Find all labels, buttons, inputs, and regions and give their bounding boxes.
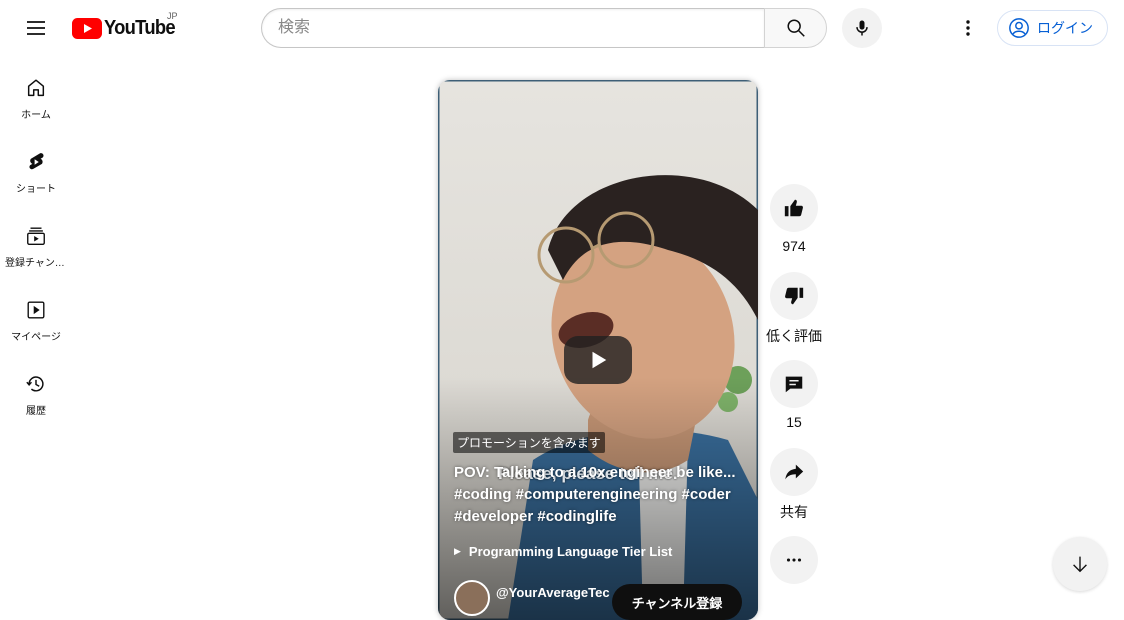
sidebar-item-label: ショート: [16, 184, 56, 195]
mini-guide: ホーム ショート 登録チャンネル マイページ: [4, 56, 68, 426]
play-icon: [592, 351, 607, 369]
channel-info[interactable]: @YourAverageTec: [454, 580, 610, 616]
search-box: [261, 8, 827, 48]
sidebar-item-subscriptions[interactable]: 登録チャンネル: [4, 204, 68, 278]
microphone-icon: [856, 20, 868, 36]
thumb-down-icon: [785, 287, 804, 305]
channel-avatar[interactable]: [454, 580, 490, 616]
like-count: 974: [782, 238, 806, 254]
like-button[interactable]: [770, 184, 818, 232]
dislike-action: 低く評価: [766, 272, 822, 360]
search-input[interactable]: [261, 8, 764, 48]
hamburger-icon: [27, 21, 45, 35]
paid-promotion-badge: プロモーションを含みます: [453, 432, 605, 453]
voice-search-button[interactable]: [842, 8, 882, 48]
dislike-button[interactable]: [770, 272, 818, 320]
masthead: YouTube JP 検索 ログイン: [0, 0, 1124, 56]
video-caption: POV: Talking to a 10x engineer be like..…: [454, 464, 736, 525]
youtube-logo[interactable]: YouTube JP: [72, 11, 181, 42]
playlist-title: Programming Language Tier List: [468, 544, 673, 559]
country-code: JP: [167, 11, 178, 21]
subscribe-button[interactable]: チャンネル登録: [612, 584, 742, 620]
more-actions-button[interactable]: [770, 536, 818, 584]
shorts-icon: [29, 153, 44, 170]
comment-count: 15: [786, 414, 802, 430]
sidebar-item-home[interactable]: ホーム: [4, 56, 68, 130]
playlist-link[interactable]: ▶ Programming Language Tier List: [454, 544, 672, 559]
shorts-video-player[interactable]: プロモーションを含みます Please, please tell me. POV…: [438, 80, 758, 620]
settings-menu-button[interactable]: [948, 8, 988, 48]
dislike-label: 低く評価: [766, 328, 822, 344]
share-label: 共有: [780, 504, 808, 520]
login-button[interactable]: ログイン: [997, 10, 1108, 46]
share-icon: [785, 464, 804, 480]
logo-wordmark: YouTube: [104, 16, 176, 39]
thumb-up-icon: [784, 199, 803, 217]
sidebar-item-you[interactable]: マイページ: [4, 278, 68, 352]
history-icon: [26, 376, 44, 392]
sidebar-item-history[interactable]: 履歴: [4, 352, 68, 426]
more-action: [766, 536, 822, 584]
account-icon: [1009, 18, 1029, 38]
sidebar-item-shorts[interactable]: ショート: [4, 130, 68, 204]
more-vert-icon: [966, 20, 970, 36]
like-action: 974: [766, 184, 822, 272]
subscriptions-icon: [27, 227, 45, 245]
play-button[interactable]: [564, 336, 632, 384]
you-icon: [27, 301, 45, 319]
sidebar-item-label: 登録チャンネル: [5, 258, 67, 269]
action-bar: 974 低く評価 15 共有: [766, 184, 822, 584]
playlist-arrow-icon: ▶: [454, 546, 461, 556]
login-label: ログイン: [1037, 20, 1093, 36]
sidebar-item-label: 履歴: [26, 406, 46, 417]
search-icon: [786, 19, 805, 37]
guide-menu-button[interactable]: [16, 8, 56, 48]
channel-name[interactable]: @YourAverageTec: [496, 585, 610, 600]
youtube-play-logo-icon: [72, 17, 102, 39]
sidebar-item-label: ホーム: [21, 110, 51, 121]
more-horiz-icon: [786, 558, 802, 562]
share-button[interactable]: [770, 448, 818, 496]
arrow-down-icon: [1073, 556, 1087, 573]
comment-button[interactable]: [770, 360, 818, 408]
comment-action: 15: [766, 360, 822, 448]
share-action: 共有: [766, 448, 822, 536]
next-video-button[interactable]: [1053, 537, 1107, 591]
search-button[interactable]: [764, 8, 827, 48]
sidebar-item-label: マイページ: [11, 332, 61, 343]
comment-icon: [785, 376, 803, 393]
home-icon: [27, 79, 45, 97]
